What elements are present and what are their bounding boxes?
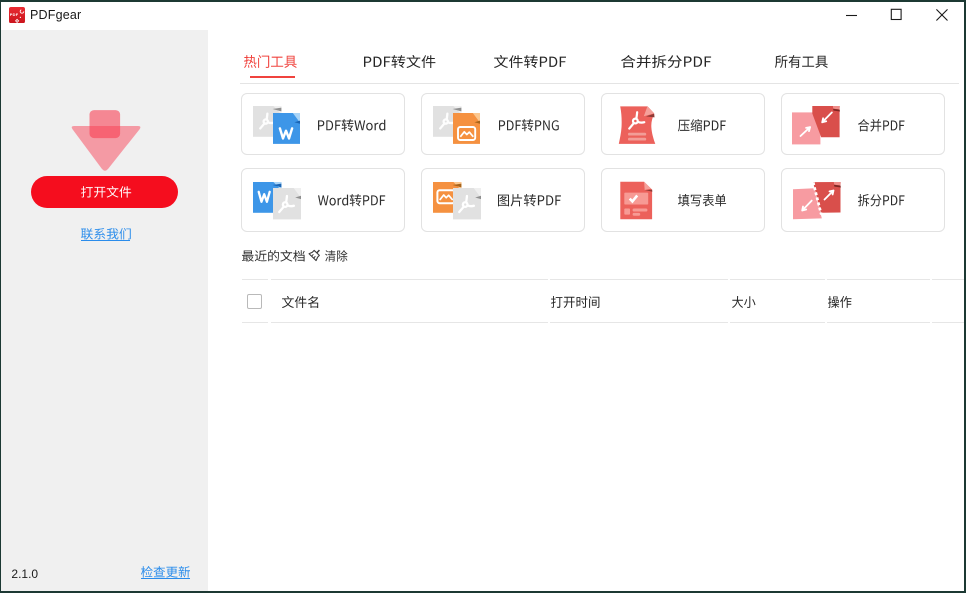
svg-text:PDF: PDF	[10, 12, 19, 17]
